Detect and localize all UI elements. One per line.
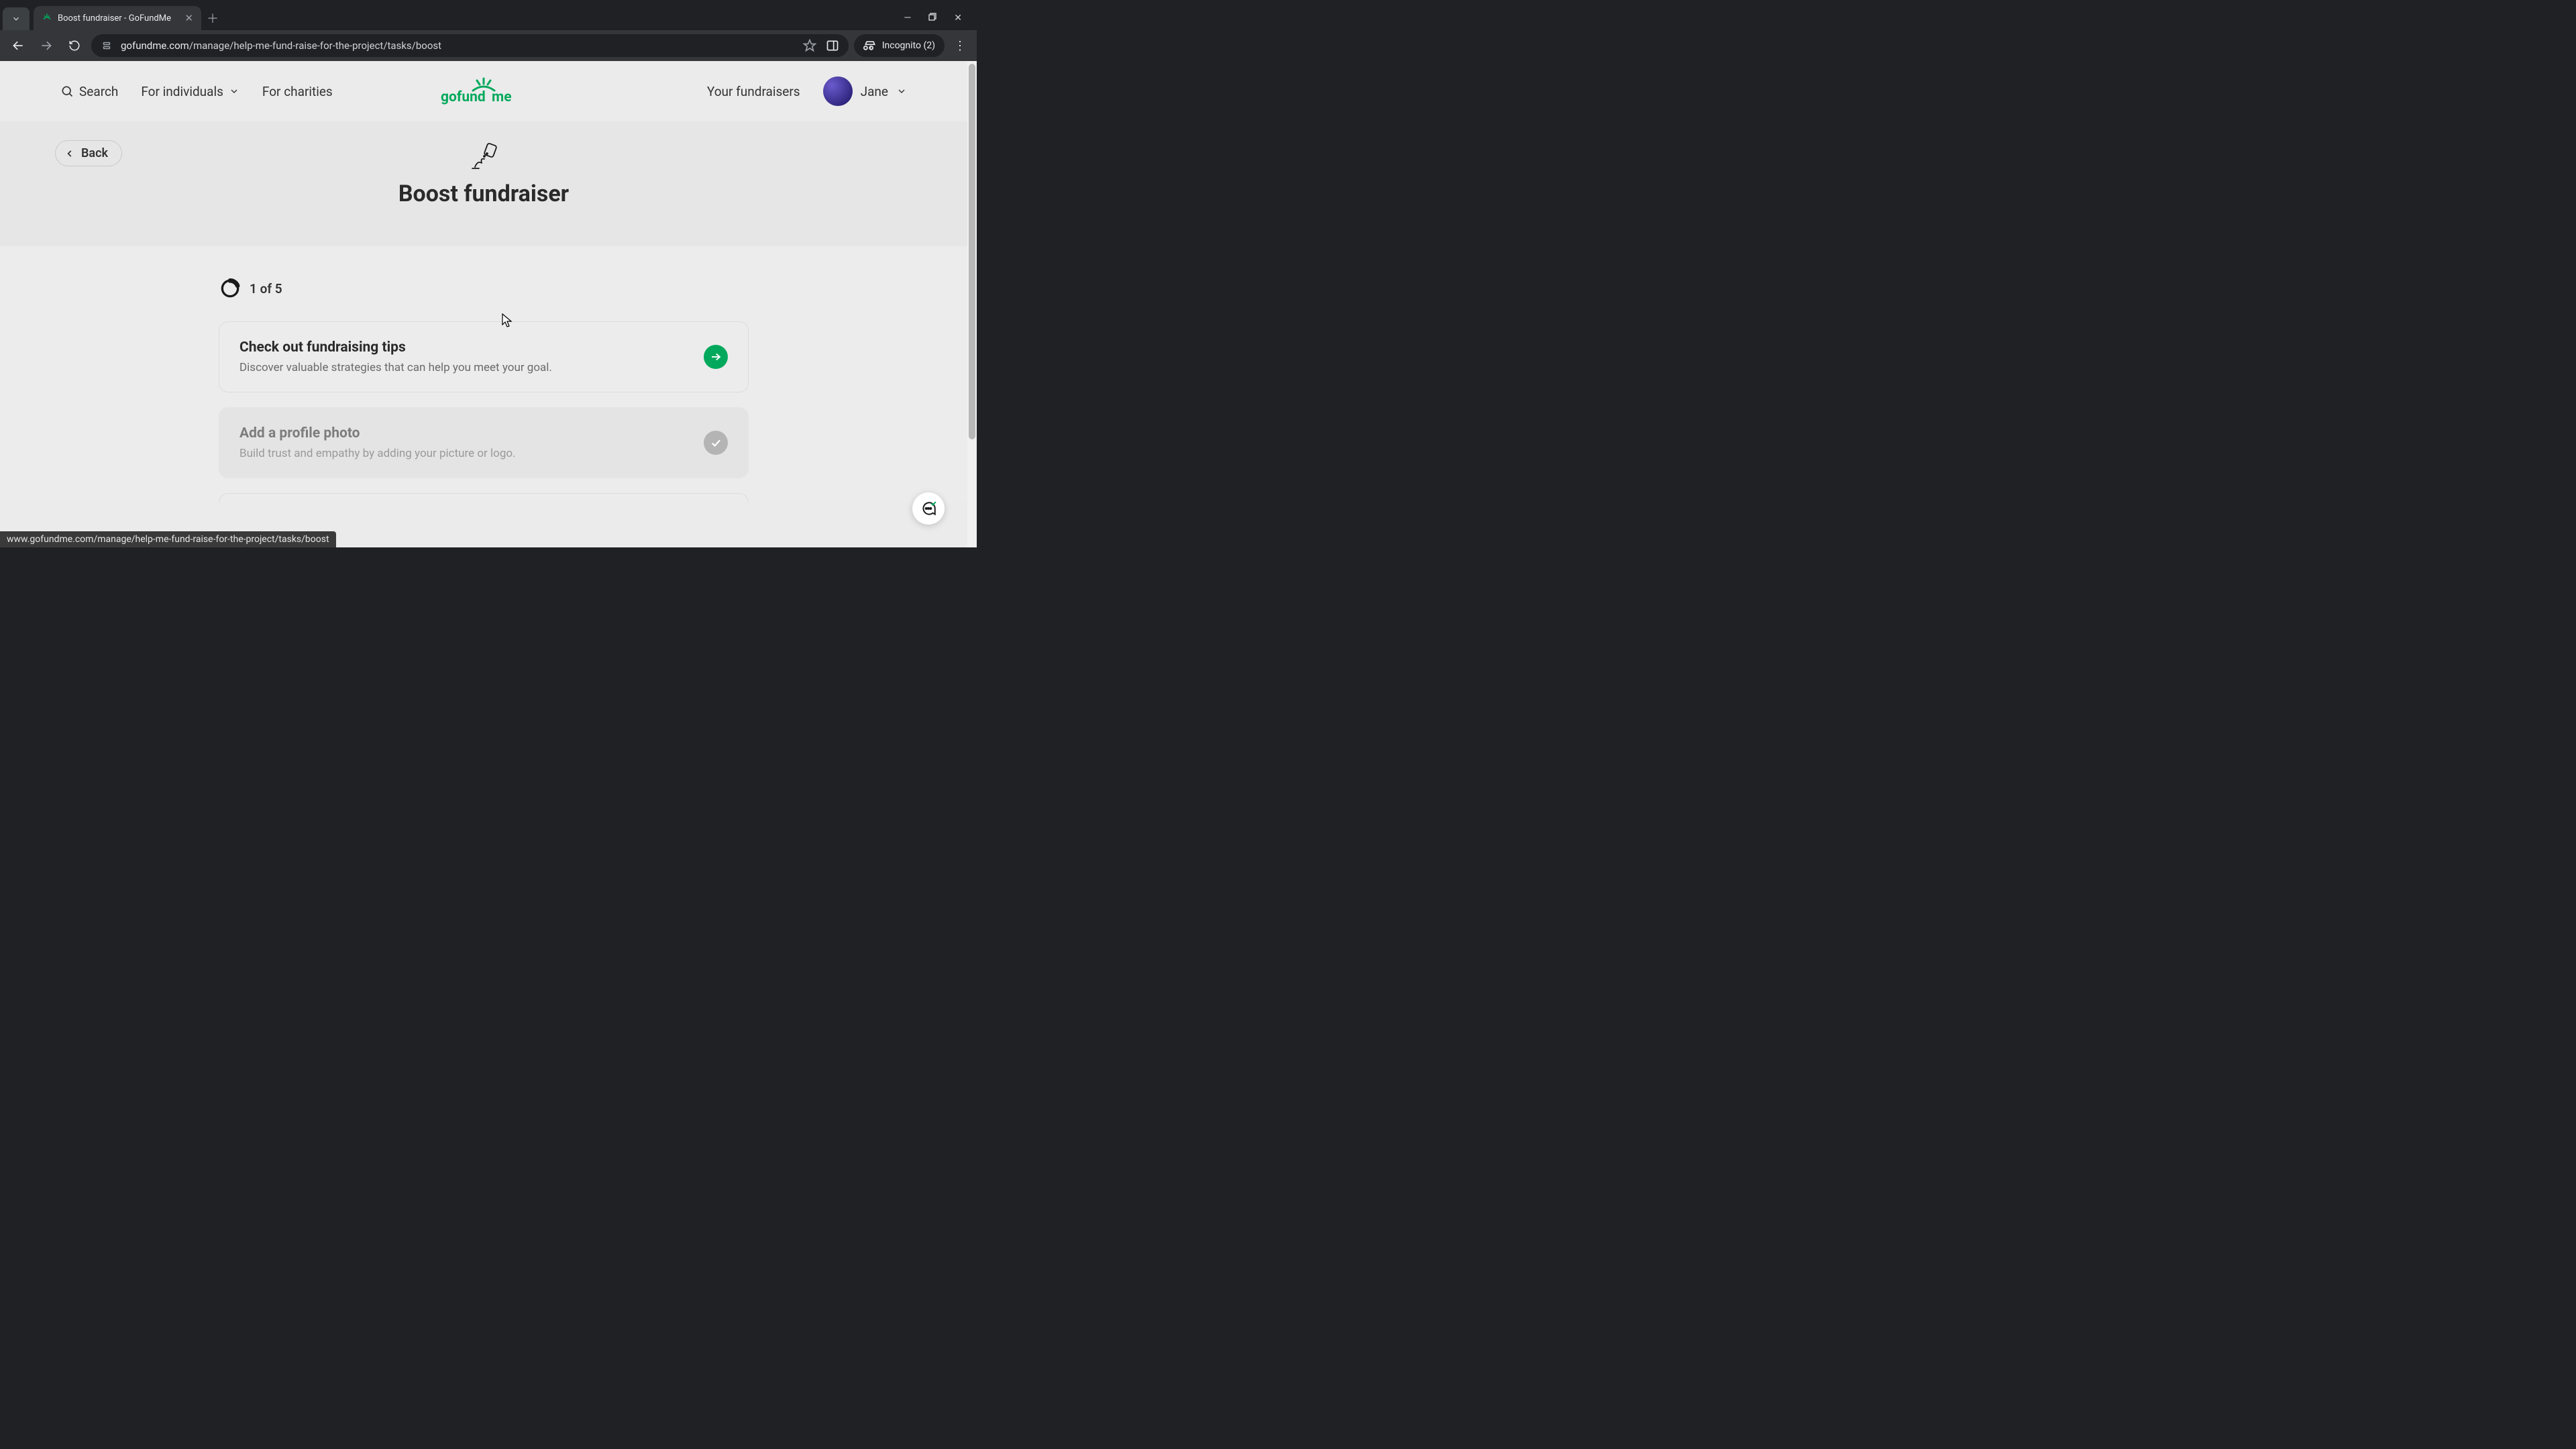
browser-toolbar: gofundme.com/manage/help-me-fund-raise-f… bbox=[0, 30, 977, 61]
browser-window: Boost fundraiser - GoFundMe ✕ ＋ — ✕ bbox=[0, 0, 977, 547]
tab-close-icon[interactable]: ✕ bbox=[184, 12, 193, 24]
new-tab-button[interactable]: ＋ bbox=[201, 6, 224, 30]
task-desc: Discover valuable strategies that can he… bbox=[239, 361, 552, 374]
nav-reload-button[interactable] bbox=[63, 34, 86, 57]
task-go-button[interactable] bbox=[704, 345, 728, 369]
side-panel-icon[interactable] bbox=[826, 39, 839, 52]
account-menu[interactable]: Jane bbox=[823, 76, 907, 106]
tab-search-dropdown[interactable] bbox=[3, 7, 30, 30]
address-bar[interactable]: gofundme.com/manage/help-me-fund-raise-f… bbox=[91, 34, 849, 57]
back-label: Back bbox=[81, 146, 108, 160]
bookmark-star-icon[interactable] bbox=[803, 39, 816, 52]
incognito-label: Incognito (2) bbox=[882, 40, 935, 51]
nav-forward-button[interactable] bbox=[35, 34, 58, 57]
svg-text:gofund: gofund bbox=[441, 89, 486, 105]
for-individuals-label: For individuals bbox=[141, 84, 223, 99]
site-info-icon[interactable] bbox=[101, 40, 113, 52]
progress-ring-icon bbox=[220, 278, 240, 299]
scrollbar-thumb[interactable] bbox=[969, 64, 975, 439]
task-title: Check out fundraising tips bbox=[239, 339, 552, 356]
titlebar: Boost fundraiser - GoFundMe ✕ ＋ — ✕ bbox=[0, 0, 977, 30]
browser-tab[interactable]: Boost fundraiser - GoFundMe ✕ bbox=[34, 6, 201, 30]
site-header: Search For individuals For charities bbox=[0, 61, 967, 121]
window-minimize-icon[interactable]: — bbox=[904, 13, 911, 23]
tab-favicon bbox=[42, 13, 52, 23]
task-card-partial[interactable] bbox=[219, 493, 749, 502]
chevron-down-icon bbox=[896, 86, 907, 97]
for-charities-label: For charities bbox=[262, 84, 333, 99]
scrollbar-track[interactable] bbox=[967, 61, 977, 547]
task-desc: Build trust and empathy by adding your p… bbox=[239, 447, 516, 460]
link-status-bar: www.gofundme.com/manage/help-me-fund-rai… bbox=[0, 531, 336, 547]
progress-label: 1 of 5 bbox=[250, 281, 282, 297]
progress-indicator: 1 of 5 bbox=[219, 278, 749, 299]
nav-back-button[interactable] bbox=[7, 34, 30, 57]
check-icon bbox=[710, 437, 722, 449]
user-name-label: Jane bbox=[861, 84, 888, 99]
page-title: Boost fundraiser bbox=[0, 180, 967, 207]
browser-menu-icon[interactable]: ⋮ bbox=[950, 39, 970, 53]
search-label: Search bbox=[79, 84, 118, 99]
page-viewport: Search For individuals For charities bbox=[0, 61, 977, 547]
your-fundraisers-link[interactable]: Your fundraisers bbox=[707, 84, 800, 99]
task-done-indicator bbox=[704, 431, 728, 455]
tasks-section: 1 of 5 Check out fundraising tips Discov… bbox=[0, 246, 967, 502]
address-bar-url: gofundme.com/manage/help-me-fund-raise-f… bbox=[121, 40, 441, 52]
chevron-down-icon bbox=[229, 86, 239, 97]
boost-illustration-icon bbox=[468, 140, 499, 171]
task-card-profile-photo[interactable]: Add a profile photo Build trust and empa… bbox=[219, 407, 749, 478]
for-charities-link[interactable]: For charities bbox=[262, 84, 333, 99]
window-controls: — ✕ bbox=[904, 13, 977, 30]
chevron-left-icon bbox=[65, 149, 74, 158]
your-fundraisers-label: Your fundraisers bbox=[707, 84, 800, 99]
for-individuals-menu[interactable]: For individuals bbox=[141, 84, 239, 99]
window-maximize-icon[interactable] bbox=[928, 13, 936, 23]
window-close-icon[interactable]: ✕ bbox=[954, 13, 962, 23]
user-avatar bbox=[823, 76, 853, 106]
arrow-right-icon bbox=[710, 351, 722, 363]
task-title: Add a profile photo bbox=[239, 425, 516, 441]
task-card-tips[interactable]: Check out fundraising tips Discover valu… bbox=[219, 321, 749, 392]
incognito-indicator[interactable]: Incognito (2) bbox=[854, 34, 945, 57]
tab-title: Boost fundraiser - GoFundMe bbox=[58, 13, 171, 23]
gofundme-logo[interactable]: gofund me bbox=[441, 77, 527, 105]
search-link[interactable]: Search bbox=[60, 84, 118, 99]
hero-section: Back Boost fundraiser bbox=[0, 121, 967, 246]
help-chat-button[interactable] bbox=[912, 492, 945, 525]
svg-text:me: me bbox=[492, 89, 512, 105]
chat-help-icon bbox=[920, 500, 937, 517]
back-button[interactable]: Back bbox=[55, 140, 122, 166]
